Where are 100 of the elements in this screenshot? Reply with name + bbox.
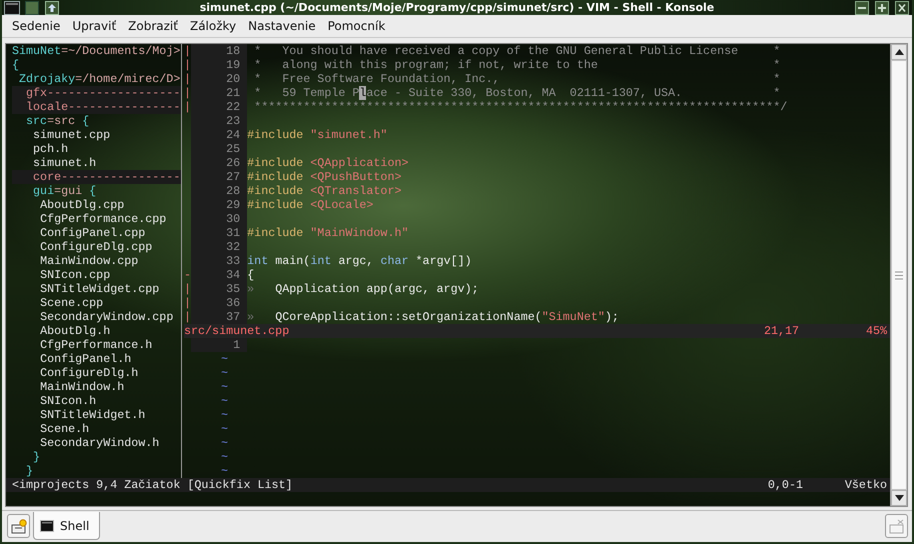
line-number: 1 <box>191 338 248 352</box>
maximize-button[interactable] <box>874 0 890 14</box>
scroll-position: Všetko <box>844 478 887 492</box>
tree-item[interactable]: SecondaryWindow.h <box>12 436 160 450</box>
line-number: 24 <box>191 128 248 142</box>
tree-item[interactable]: CfgPerformance.cpp <box>12 212 166 226</box>
code-line: { <box>247 268 254 282</box>
close-tab-button[interactable] <box>885 514 908 538</box>
line-number: 32 <box>191 240 248 254</box>
arrow-up-icon[interactable] <box>44 0 60 14</box>
tree-item[interactable]: Scene.cpp <box>12 296 104 310</box>
line-number: 31 <box>191 226 248 240</box>
fold-marker: - <box>184 268 192 282</box>
line-number: 36 <box>191 296 248 310</box>
fold-marker: | <box>184 100 192 114</box>
empty-line-marker: ~ <box>221 464 228 478</box>
tree-item[interactable]: simunet.cpp <box>12 128 110 142</box>
tree-item[interactable]: core----------------- <box>12 170 180 184</box>
tree-item[interactable]: simunet.h <box>12 156 96 170</box>
close-button[interactable] <box>894 0 910 14</box>
fold-marker: | <box>184 86 192 100</box>
up-arrow-icon <box>894 49 904 55</box>
line-number: 33 <box>191 254 248 268</box>
tree-item[interactable]: SNIcon.cpp <box>12 268 110 282</box>
scroll-up-button[interactable] <box>891 44 907 60</box>
code-line: » QCoreApplication::setOrganizationName("SimuNet"); <box>247 310 619 324</box>
tree-item[interactable]: gui=gui { <box>12 184 96 198</box>
tree-item[interactable]: Zdrojaky=/home/mirec/D> <box>12 72 180 86</box>
code-line: * 59 Temple Place - Suite 330, Boston, MA 02111-1307, USA. * <box>253 86 780 100</box>
line-number: 26 <box>191 156 248 170</box>
empty-line-marker: ~ <box>221 422 228 436</box>
tree-item[interactable]: gfx------------------- <box>12 86 180 100</box>
scroll-down-button[interactable] <box>891 490 907 506</box>
minimize-button[interactable] <box>854 0 870 14</box>
tree-item[interactable]: SNIcon.h <box>12 394 96 408</box>
code-line: #include "simunet.h" <box>247 128 388 142</box>
line-number: 18 <box>191 44 248 58</box>
tree-item[interactable]: SimuNet=~/Documents/Moj> <box>12 44 180 58</box>
code-line: #include <QApplication> <box>247 156 408 170</box>
line-number: 19 <box>191 58 248 72</box>
code-line: #include <QTranslator> <box>247 184 402 198</box>
terminal-icon[interactable] <box>4 0 20 14</box>
menu-item[interactable]: Záložky <box>184 19 242 33</box>
menu-item[interactable]: Nastavenie <box>242 19 322 33</box>
code-line: * Free Software Foundation, Inc., * <box>253 72 780 86</box>
tree-item[interactable]: SNTitleWidget.cpp <box>12 282 160 296</box>
menu-item[interactable]: Upraviť <box>66 19 122 33</box>
line-number: 20 <box>191 72 248 86</box>
line-number: 37 <box>191 310 248 324</box>
tree-item[interactable]: CfgPerformance.h <box>12 338 152 352</box>
code-line: int main(int argc, char *argv[]) <box>247 254 472 268</box>
line-number: 21 <box>191 86 248 100</box>
menu-item[interactable]: Sedenie <box>6 19 66 33</box>
tree-item[interactable]: MainWindow.h <box>12 380 124 394</box>
new-tab-button[interactable] <box>7 514 30 538</box>
tab[interactable]: Shell <box>33 512 100 540</box>
tree-item[interactable]: SNTitleWidget.h <box>12 408 146 422</box>
empty-line-marker: ~ <box>221 450 228 464</box>
tree-item[interactable]: AboutDlg.cpp <box>12 198 124 212</box>
tree-item[interactable]: src=src { <box>12 114 90 128</box>
tree-item[interactable]: Scene.h <box>12 422 90 436</box>
line-number: 28 <box>191 184 248 198</box>
tree-item[interactable]: ConfigPanel.h <box>12 352 132 366</box>
menu-item[interactable]: Zobraziť <box>122 19 184 33</box>
brace-text: } <box>25 464 34 478</box>
empty-line-marker: ~ <box>221 394 228 408</box>
window-title: simunet.cpp (~/Documents/Moje/Programy/cpp/simunet/src) - VIM - Shell - Konsole <box>198 1 716 14</box>
fold-marker: | <box>184 72 192 86</box>
tree-item[interactable]: ConfigureDlg.h <box>12 366 138 380</box>
fold-marker: | <box>184 44 192 58</box>
tree-item[interactable]: AboutDlg.h <box>12 324 110 338</box>
code-line: #include <QPushButton> <box>247 170 402 184</box>
cursor-position: 0,0-1 <box>768 478 804 492</box>
tree-item[interactable]: locale---------------- <box>12 100 180 114</box>
line-number: 27 <box>191 170 248 184</box>
menu-item[interactable]: Pomocník <box>322 19 392 33</box>
tree-item[interactable]: ConfigureDlg.cpp <box>12 240 152 254</box>
line-number: 30 <box>191 212 248 226</box>
status-text: <improjects 9,4 Začiatok [Quickfix List] <box>12 478 294 492</box>
code-line: #include "MainWindow.h" <box>247 226 408 240</box>
fold-marker: | <box>184 296 192 310</box>
line-number: 23 <box>191 114 248 128</box>
code-line: » QApplication app(argc, argv); <box>247 282 479 296</box>
tree-item[interactable]: pch.h <box>12 142 68 156</box>
tree-item[interactable]: ConfigPanel.cpp <box>12 226 146 240</box>
fold-marker: | <box>184 310 192 324</box>
tree-item[interactable]: SecondaryWindow.cpp <box>12 310 174 324</box>
down-arrow-icon <box>894 495 904 501</box>
empty-line-marker: ~ <box>221 366 228 380</box>
fold-marker: | <box>184 58 192 72</box>
empty-line-marker: ~ <box>221 436 228 450</box>
grip-icon <box>895 270 903 280</box>
tree-item[interactable]: MainWindow.cpp <box>12 254 138 268</box>
close-tab-icon <box>888 518 904 534</box>
line-number: 22 <box>191 100 248 114</box>
empty-line-marker: ~ <box>221 380 228 394</box>
empty-line-marker: ~ <box>221 352 228 366</box>
new-tab-icon <box>10 518 26 534</box>
fold-marker: | <box>184 282 192 296</box>
empty-line-marker: ~ <box>221 408 228 422</box>
